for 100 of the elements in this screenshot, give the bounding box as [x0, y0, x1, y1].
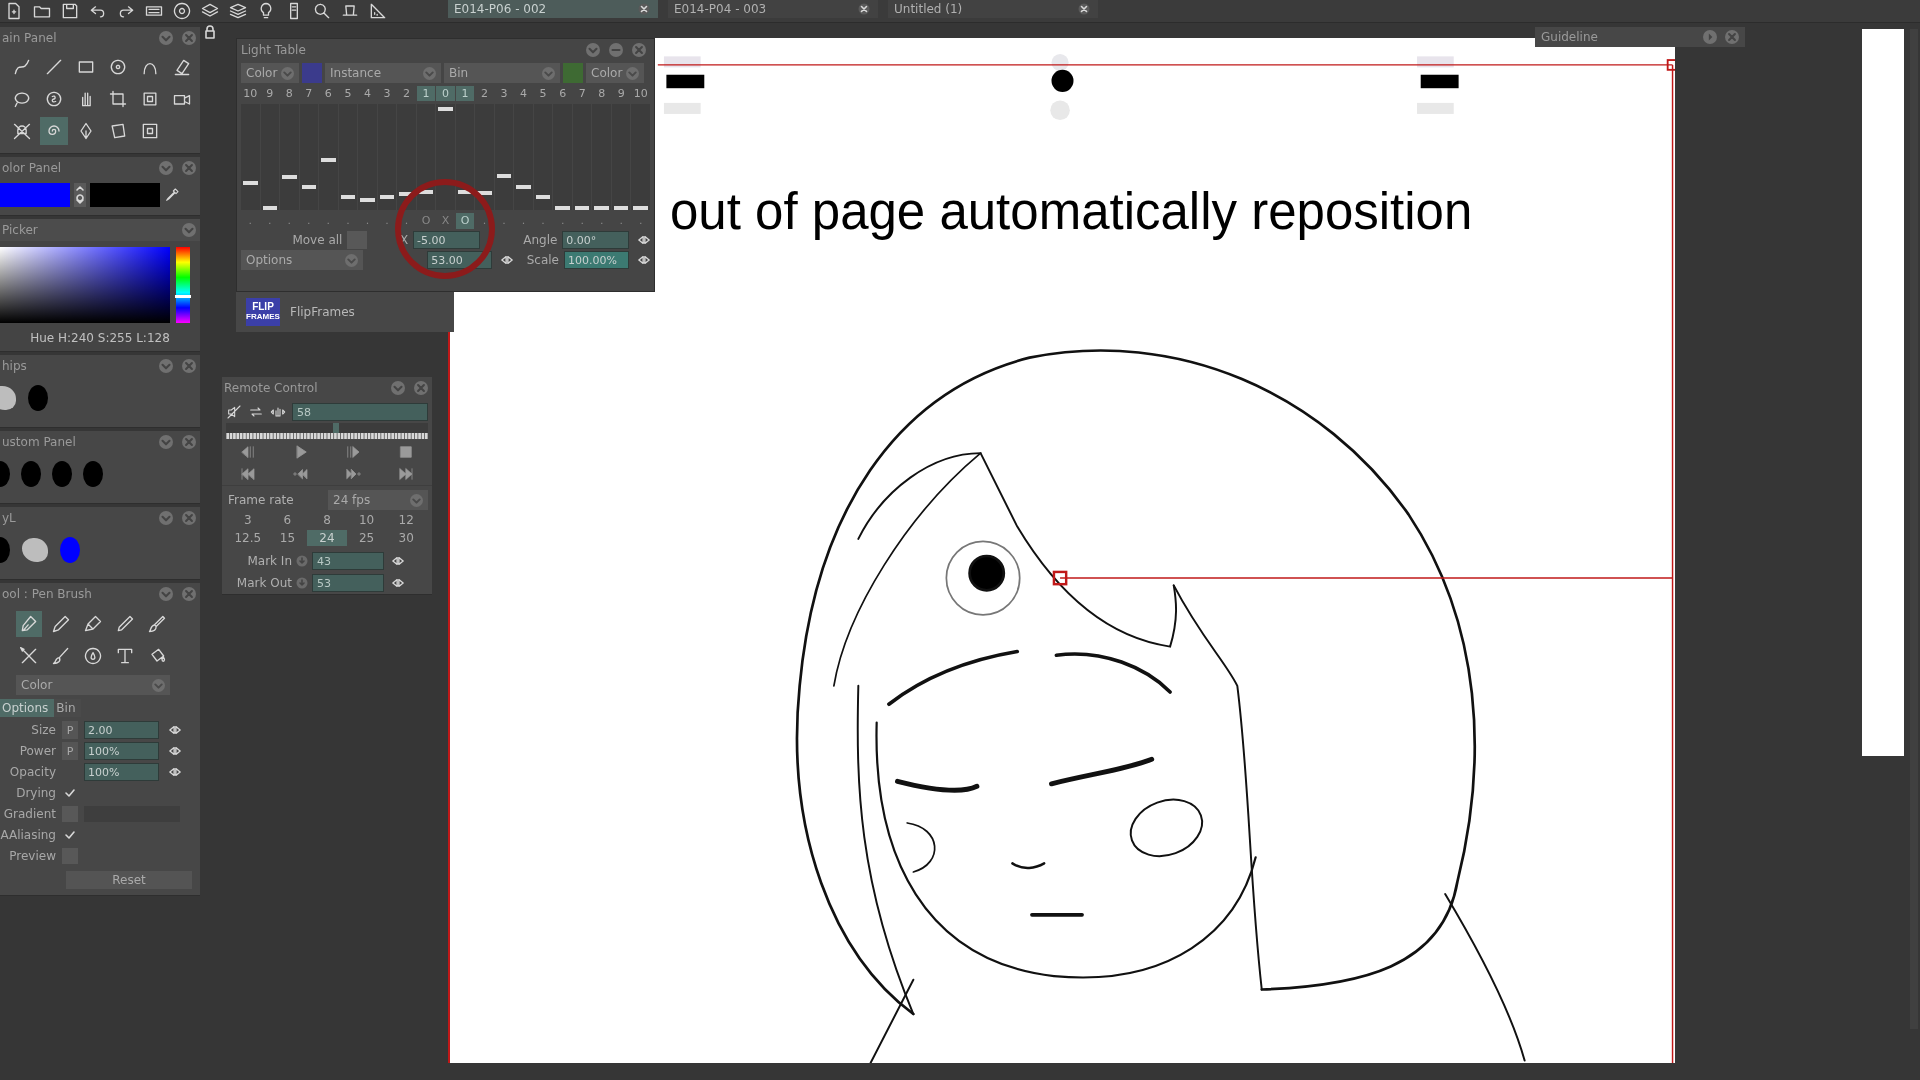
- onion-mark[interactable]: .: [377, 213, 397, 229]
- frame-offset[interactable]: 6: [553, 86, 572, 101]
- guide-handle[interactable]: [1052, 570, 1068, 586]
- onion-mark[interactable]: .: [260, 213, 280, 229]
- frame-rate-option[interactable]: 15: [267, 530, 308, 546]
- frame-offset[interactable]: 1: [416, 86, 436, 101]
- mark-field[interactable]: 53: [312, 574, 384, 592]
- frame-rate-option[interactable]: 8: [307, 512, 347, 528]
- opacity-slider[interactable]: [319, 104, 338, 210]
- tool-button[interactable]: [40, 117, 68, 145]
- close-icon[interactable]: [1078, 3, 1090, 15]
- drag-arrows-icon[interactable]: [169, 747, 181, 755]
- document-tab[interactable]: E014-P06 - 002: [448, 0, 658, 18]
- options-tab[interactable]: Options: [0, 699, 55, 717]
- scrubber-thumb[interactable]: [333, 423, 340, 433]
- document-tab[interactable]: E014-P04 - 003: [668, 0, 878, 18]
- onion-mark[interactable]: .: [241, 213, 260, 229]
- frame-rate-option[interactable]: 6: [267, 512, 308, 528]
- frame-offset[interactable]: 4: [514, 86, 533, 101]
- layers-icon[interactable]: [228, 1, 248, 21]
- frame-offset[interactable]: 0: [436, 86, 455, 101]
- frame-offset[interactable]: 9: [260, 86, 280, 101]
- opacity-slider[interactable]: [416, 104, 436, 210]
- drag-arrows-icon[interactable]: [169, 768, 181, 776]
- opacity-slider[interactable]: [611, 104, 631, 210]
- frame-offset[interactable]: 5: [338, 86, 358, 101]
- frame-rate-option[interactable]: 12.5: [228, 530, 268, 546]
- opacity-slider[interactable]: [572, 104, 592, 210]
- frame-offset[interactable]: 10: [631, 86, 650, 101]
- frame-offset[interactable]: 8: [280, 86, 299, 101]
- onion-mark[interactable]: .: [611, 213, 631, 229]
- opacity-slider[interactable]: [494, 104, 514, 210]
- opacity-slider[interactable]: [377, 104, 397, 210]
- flipframes-logo[interactable]: FLIP FRAMES: [246, 298, 280, 326]
- slider-handle[interactable]: [282, 175, 297, 180]
- color-swatch[interactable]: [563, 63, 583, 83]
- onion-mark[interactable]: .: [299, 213, 319, 229]
- frame-offset[interactable]: 3: [377, 86, 397, 101]
- first-frame-icon[interactable]: [239, 465, 258, 483]
- opacity-slider[interactable]: [475, 104, 494, 210]
- drag-arrows-icon[interactable]: [169, 726, 181, 734]
- slider-handle[interactable]: [457, 189, 473, 194]
- frame-offset[interactable]: 6: [319, 86, 338, 101]
- color-wheel-icon[interactable]: [172, 1, 192, 21]
- onion-mark[interactable]: O: [455, 213, 475, 229]
- mute-icon[interactable]: [226, 404, 242, 420]
- drag-arrows-icon[interactable]: [392, 557, 404, 565]
- hue-slider[interactable]: [176, 247, 190, 323]
- color-swatch[interactable]: [0, 183, 70, 207]
- brush-button[interactable]: [16, 611, 42, 637]
- drag-arrows-icon[interactable]: [501, 256, 514, 264]
- frame-rate-option[interactable]: 30: [386, 530, 426, 546]
- onion-mark[interactable]: .: [592, 213, 611, 229]
- onion-mark[interactable]: .: [553, 213, 572, 229]
- onion-mark[interactable]: .: [494, 213, 514, 229]
- mode-dropdown[interactable]: Color: [16, 675, 170, 695]
- save-icon[interactable]: [60, 1, 80, 21]
- frame-offset[interactable]: 5: [533, 86, 553, 101]
- close-icon[interactable]: [858, 3, 870, 15]
- drag-arrows-icon[interactable]: [392, 579, 404, 587]
- drag-arrows-icon[interactable]: [638, 236, 650, 244]
- options-dropdown[interactable]: Options: [241, 250, 364, 270]
- document-tab[interactable]: Untitled (1): [888, 0, 1098, 18]
- onion-mark[interactable]: .: [533, 213, 553, 229]
- onion-mark[interactable]: .: [514, 213, 533, 229]
- frame-field[interactable]: 58: [292, 403, 428, 421]
- value-field[interactable]: 100%: [84, 763, 159, 781]
- value-field[interactable]: 2.00: [84, 721, 159, 739]
- opacity-slider[interactable]: [592, 104, 611, 210]
- swap-icon[interactable]: [74, 183, 86, 207]
- frame-offset[interactable]: 2: [397, 86, 416, 101]
- slider-handle[interactable]: [379, 194, 395, 199]
- opacity-slider[interactable]: [397, 104, 416, 210]
- frame-rate-option[interactable]: 3: [228, 512, 268, 528]
- magnifier-icon[interactable]: [312, 1, 332, 21]
- opacity-slider[interactable]: [241, 104, 260, 210]
- onion-mark[interactable]: O: [416, 213, 436, 229]
- slider-handle[interactable]: [574, 206, 590, 210]
- light-table-dropdown[interactable]: Color: [241, 63, 299, 83]
- frame-rate-option[interactable]: 24: [307, 530, 347, 546]
- frame-rate-option[interactable]: 12: [386, 512, 426, 528]
- opacity-slider[interactable]: [280, 104, 299, 210]
- hue-slider-thumb[interactable]: [175, 294, 191, 298]
- slider-handle[interactable]: [418, 189, 434, 194]
- angle-field[interactable]: 0.00°: [562, 231, 629, 249]
- color-gradient-square[interactable]: [0, 247, 170, 323]
- frame-offset[interactable]: 2: [475, 86, 494, 101]
- slider-handle[interactable]: [633, 206, 648, 210]
- lock-icon[interactable]: [204, 25, 216, 39]
- opacity-slider[interactable]: [436, 104, 455, 210]
- onion-mark[interactable]: .: [280, 213, 299, 229]
- slider-handle[interactable]: [340, 194, 356, 199]
- frame-offset[interactable]: 7: [299, 86, 319, 101]
- ruler-icon[interactable]: [368, 1, 388, 21]
- frame-offset[interactable]: 10: [241, 86, 260, 101]
- drag-arrows-icon[interactable]: [638, 256, 650, 264]
- frame-offset[interactable]: 4: [358, 86, 377, 101]
- color-swatch[interactable]: [302, 63, 322, 83]
- slider-handle[interactable]: [243, 180, 258, 185]
- slider-handle[interactable]: [477, 190, 492, 195]
